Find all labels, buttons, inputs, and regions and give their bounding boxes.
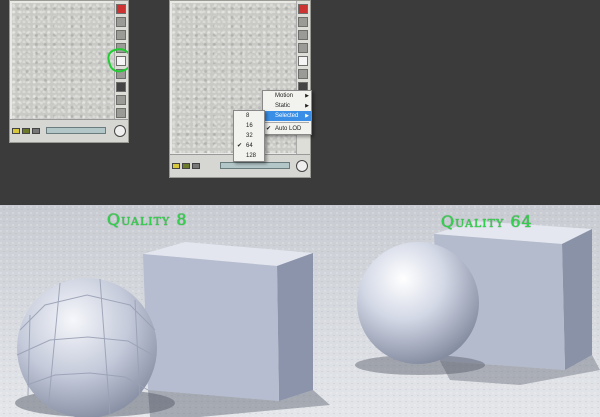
submenu-item-label: 128	[246, 153, 257, 159]
submenu-item-64[interactable]: ✔ 64	[234, 141, 264, 151]
tool-button-6[interactable]	[116, 82, 126, 92]
submenu-arrow-icon: ▶	[305, 113, 309, 119]
menu-item-auto-lod[interactable]: ✔ Auto LOD	[263, 124, 311, 134]
submenu-arrow-icon: ▶	[305, 103, 309, 109]
scale-icon[interactable]	[192, 163, 200, 169]
render-comparison-scene: Quality 8 Quality 64	[0, 205, 600, 417]
lod-tool-icon[interactable]	[298, 56, 308, 66]
scale-icon[interactable]	[32, 128, 40, 134]
move-icon[interactable]	[12, 128, 20, 134]
submenu-item-label: 32	[246, 133, 253, 139]
checkmark-icon: ✔	[266, 126, 272, 132]
tool-button-7[interactable]	[116, 95, 126, 105]
submenu-item-128[interactable]: 128	[234, 151, 264, 161]
tool-button-1[interactable]	[298, 17, 308, 27]
menu-separator	[265, 122, 309, 123]
menu-item-label: Auto LOD	[275, 126, 302, 132]
timeline-slider[interactable]	[46, 127, 106, 134]
menu-item-selected[interactable]: Selected ▶	[263, 111, 311, 121]
submenu-item-16[interactable]: 16	[234, 121, 264, 131]
move-icon[interactable]	[172, 163, 180, 169]
left-bottom-bar	[10, 119, 128, 142]
submenu-item-32[interactable]: 32	[234, 131, 264, 141]
menu-item-label: Motion	[275, 93, 294, 99]
submenu-item-label: 64	[246, 143, 253, 149]
compass-icon[interactable]	[114, 125, 126, 137]
menu-item-label: Static	[275, 103, 291, 109]
submenu-item-label: 16	[246, 123, 253, 129]
rotate-icon[interactable]	[22, 128, 30, 134]
checkmark-icon: ✔	[237, 143, 243, 149]
menu-item-label: Selected	[275, 113, 299, 119]
tool-button-3[interactable]	[298, 43, 308, 53]
timeline-slider[interactable]	[220, 162, 290, 169]
submenu-item-label: 8	[246, 113, 250, 119]
rotate-icon[interactable]	[182, 163, 190, 169]
context-menu: Motion ▶ Static ▶ Selected ▶ ✔ Auto LOD	[262, 90, 312, 135]
screenshot-area: Motion ▶ Static ▶ Selected ▶ ✔ Auto LOD …	[0, 0, 600, 205]
menu-item-static[interactable]: Static ▶	[263, 101, 311, 111]
cube-left	[143, 242, 330, 417]
tool-button-8[interactable]	[116, 108, 126, 118]
quality-8-label: Quality 8	[107, 210, 188, 229]
close-tool-icon[interactable]	[298, 4, 308, 14]
submenu-item-8[interactable]: 8	[234, 111, 264, 121]
lod-submenu: 8 16 32 ✔ 64 128	[233, 110, 265, 162]
tool-button-1[interactable]	[116, 17, 126, 27]
quality-64-label: Quality 64	[441, 212, 533, 231]
submenu-arrow-icon: ▶	[305, 93, 309, 99]
tool-button-2[interactable]	[116, 30, 126, 40]
compass-icon[interactable]	[296, 160, 308, 172]
close-tool-icon[interactable]	[116, 4, 126, 14]
tool-button-5[interactable]	[298, 69, 308, 79]
menu-item-motion[interactable]: Motion ▶	[263, 91, 311, 101]
tool-button-2[interactable]	[298, 30, 308, 40]
left-app-window	[9, 0, 129, 143]
scene-graphic	[0, 205, 600, 417]
left-viewport[interactable]	[12, 3, 116, 119]
